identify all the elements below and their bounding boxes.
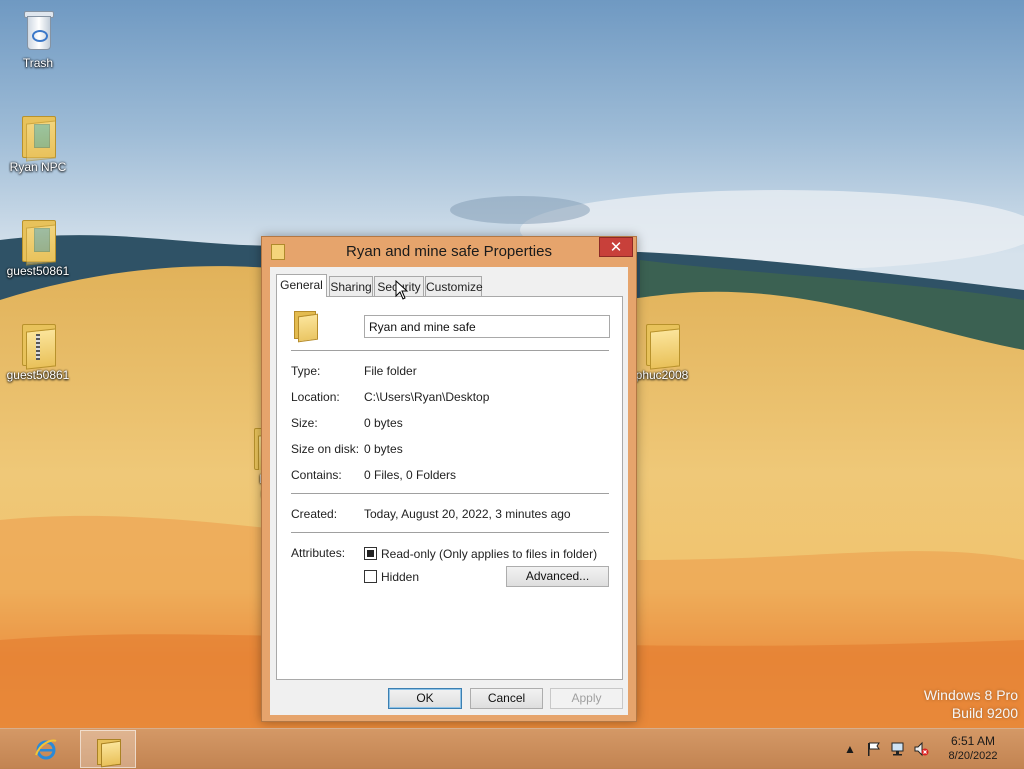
readonly-label[interactable]: Read-only (Only applies to files in fold…: [381, 547, 597, 561]
folder-icon: [16, 110, 60, 162]
size-label: Size:: [291, 416, 318, 430]
watermark-edition: Windows 8 Pro: [923, 687, 1018, 703]
hidden-checkbox[interactable]: [364, 570, 377, 583]
hidden-label[interactable]: Hidden: [381, 570, 419, 584]
network-icon[interactable]: [890, 741, 906, 757]
desktop-icon-trash[interactable]: Trash: [0, 6, 76, 70]
separator: [291, 350, 609, 351]
folder-icon: [16, 214, 60, 266]
location-value: C:\Users\Ryan\Desktop: [364, 390, 490, 404]
ok-button[interactable]: OK: [388, 688, 462, 709]
taskbar-file-explorer[interactable]: [80, 730, 136, 768]
readonly-checkbox[interactable]: [364, 547, 377, 560]
taskbar-internet-explorer[interactable]: [18, 730, 74, 768]
cancel-button[interactable]: Cancel: [470, 688, 543, 709]
desktop-icon-ryan-npc[interactable]: Ryan NPC: [0, 110, 76, 174]
clock-date: 8/20/2022: [948, 750, 998, 762]
tab-sharing[interactable]: Sharing: [329, 276, 373, 296]
desktop-icon-label: Trash: [22, 56, 54, 70]
separator: [291, 532, 609, 533]
size-value: 0 bytes: [364, 416, 403, 430]
folder-icon: [294, 309, 318, 343]
properties-dialog: Ryan and mine safe Properties ✕ General …: [261, 236, 637, 722]
location-label: Location:: [291, 390, 340, 404]
contains-label: Contains:: [291, 468, 342, 482]
desktop-icon-label: guest50861: [6, 368, 70, 382]
attributes-label: Attributes:: [291, 546, 346, 560]
indeterminate-mark: [367, 550, 374, 557]
apply-button[interactable]: Apply: [550, 688, 623, 709]
type-value: File folder: [364, 364, 417, 378]
type-label: Type:: [291, 364, 321, 378]
size-on-disk-label: Size on disk:: [291, 442, 360, 456]
dialog-client-area: General Sharing Security Customize Type:…: [270, 267, 628, 715]
speaker-muted-icon[interactable]: [913, 741, 929, 757]
desktop-icon-guest50861-zip[interactable]: guest50861: [0, 318, 76, 382]
taskbar: ▲ 6:51 AM 8/20/2022: [0, 728, 1024, 769]
desktop-icon-label: Ryan NPC: [9, 160, 67, 174]
action-center-flag-icon[interactable]: [866, 741, 882, 757]
mouse-cursor-icon: [395, 280, 409, 300]
dialog-titlebar[interactable]: Ryan and mine safe Properties ✕: [262, 237, 636, 267]
windows-watermark: Windows 8 Pro Build 9200: [924, 686, 1018, 722]
close-button[interactable]: ✕: [599, 237, 633, 257]
taskbar-clock[interactable]: 6:51 AM 8/20/2022: [936, 734, 1010, 764]
tab-customize[interactable]: Customize: [425, 276, 483, 296]
created-label: Created:: [291, 507, 338, 521]
desktop-icon-label: guest50861: [6, 264, 70, 278]
show-hidden-icons-chevron[interactable]: ▲: [842, 741, 858, 757]
advanced-button[interactable]: Advanced...: [506, 566, 609, 587]
watermark-build: Build 9200: [951, 705, 1018, 721]
contains-value: 0 Files, 0 Folders: [364, 468, 457, 482]
clock-time: 6:51 AM: [950, 734, 996, 748]
created-value: Today, August 20, 2022, 3 minutes ago: [364, 507, 571, 521]
size-on-disk-value: 0 bytes: [364, 442, 403, 456]
internet-explorer-icon: [35, 739, 57, 760]
folder-name-input[interactable]: [364, 315, 610, 338]
zip-folder-icon: [16, 318, 60, 370]
general-tab-panel: Type: File folder Location: C:\Users\Rya…: [276, 296, 623, 680]
folder-icon: [640, 318, 684, 370]
dialog-title: Ryan and mine safe Properties: [346, 243, 552, 260]
desktop-icon-guest50861[interactable]: guest50861: [0, 214, 76, 278]
tab-general[interactable]: General: [276, 274, 327, 297]
recycle-bin-icon: [16, 6, 60, 54]
separator: [291, 493, 609, 494]
